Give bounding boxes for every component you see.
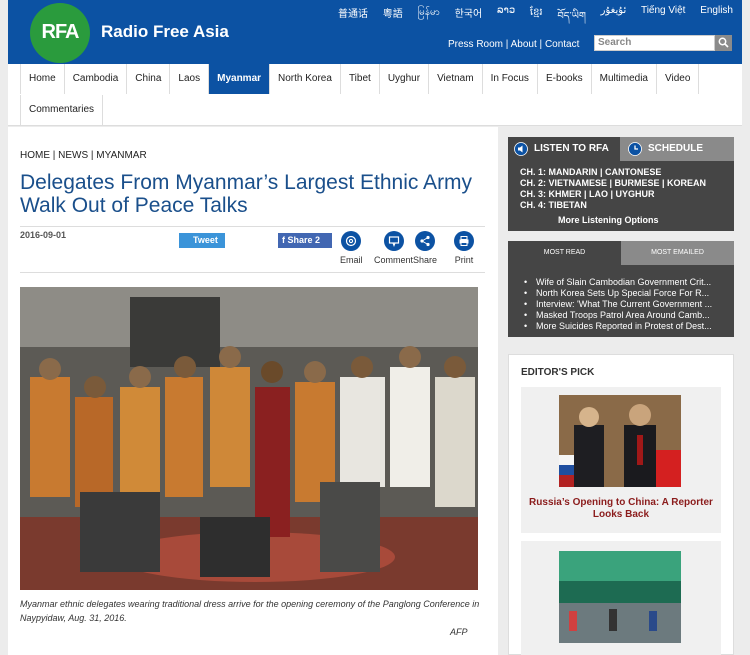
email-label: Email bbox=[340, 255, 363, 265]
most-read-list: Wife of Slain Cambodian Government Crit.… bbox=[524, 277, 730, 332]
nav-item-tibet[interactable]: Tibet bbox=[341, 64, 380, 94]
channel-item[interactable]: CH. 1: MANDARIN | CANTONESE bbox=[520, 167, 706, 178]
nav-item-in-focus[interactable]: In Focus bbox=[483, 64, 538, 94]
divider bbox=[20, 272, 485, 273]
search-icon bbox=[718, 37, 729, 48]
nav-item-cambodia[interactable]: Cambodia bbox=[65, 64, 128, 94]
print-icon bbox=[454, 231, 474, 251]
lang-link[interactable]: ລາວ bbox=[497, 5, 515, 33]
list-item[interactable]: More Suicides Reported in Protest of Des… bbox=[524, 321, 730, 332]
site-header: RFA Radio Free Asia 普通话 粵語 မြန်မာ 한국어 ລາ… bbox=[8, 0, 742, 64]
page: RFA Radio Free Asia 普通话 粵語 မြန်မာ 한국어 ລາ… bbox=[0, 0, 750, 655]
email-icon bbox=[341, 231, 362, 251]
article-main: HOME | NEWS | MYANMAR Delegates From Mya… bbox=[8, 127, 498, 655]
channel-item[interactable]: CH. 4: TIBETAN bbox=[520, 200, 706, 211]
channel-item[interactable]: CH. 2: VIETNAMESE | BURMESE | KOREAN bbox=[520, 178, 706, 189]
editors-pick-widget: EDITOR'S PICK Russia’s Opening to China:… bbox=[508, 354, 734, 655]
delegates-photo-illustration bbox=[20, 287, 478, 590]
pick-image bbox=[559, 551, 681, 643]
most-read-widget: MOST READ MOST EMAILED Wife of Slain Cam… bbox=[508, 241, 734, 337]
comment-icon bbox=[383, 231, 404, 251]
email-tool[interactable]: Email bbox=[340, 231, 363, 265]
facebook-share-button[interactable]: f Share 2 bbox=[278, 233, 332, 248]
logo-text: RFA bbox=[41, 21, 80, 43]
lang-link[interactable]: English bbox=[700, 5, 733, 33]
share-tool[interactable]: Share bbox=[413, 231, 437, 265]
lang-link[interactable]: Tiếng Việt bbox=[641, 5, 685, 33]
nav-item-uyghur[interactable]: Uyghur bbox=[380, 64, 430, 94]
editors-pick-heading: EDITOR'S PICK bbox=[521, 367, 595, 378]
nav-item-china[interactable]: China bbox=[127, 64, 171, 94]
article-date: 2016-09-01 bbox=[20, 230, 67, 240]
share-icon bbox=[415, 231, 436, 251]
channel-item[interactable]: CH. 3: KHMER | LAO | UYGHUR bbox=[520, 189, 706, 200]
list-item[interactable]: Wife of Slain Cambodian Government Crit.… bbox=[524, 277, 730, 288]
article-title: Delegates From Myanmar’s Largest Ethnic … bbox=[20, 171, 473, 217]
lang-link[interactable]: 普通话 bbox=[338, 5, 368, 33]
lang-link[interactable]: ខ្មែរ bbox=[530, 5, 543, 33]
share-tool-label: Share bbox=[413, 255, 438, 265]
channel-list: CH. 1: MANDARIN | CANTONESE CH. 2: VIETN… bbox=[520, 167, 706, 211]
nav-row-2: Commentaries bbox=[20, 95, 104, 125]
nav-item-ebooks[interactable]: E-books bbox=[538, 64, 592, 94]
listen-label: LISTEN TO RFA bbox=[534, 143, 609, 154]
nav-item-commentaries[interactable]: Commentaries bbox=[20, 95, 104, 125]
print-tool[interactable]: Print bbox=[454, 231, 474, 265]
press-room-link[interactable]: Press Room bbox=[448, 39, 503, 50]
main-nav: Home Cambodia China Laos Myanmar North K… bbox=[8, 64, 742, 126]
lang-link[interactable]: བོད་ཡིག bbox=[557, 5, 586, 33]
list-item[interactable]: North Korea Sets Up Special Force For R.… bbox=[524, 288, 730, 299]
nav-item-home[interactable]: Home bbox=[20, 64, 65, 94]
comment-tool[interactable]: Comment bbox=[374, 231, 413, 265]
pick-title[interactable]: Russia’s Opening to China: A Reporter Lo… bbox=[521, 497, 721, 521]
site-name[interactable]: Radio Free Asia bbox=[101, 22, 229, 42]
pick-image bbox=[559, 395, 681, 487]
lang-link[interactable]: မြန်မာ bbox=[417, 5, 439, 33]
list-item[interactable]: Masked Troops Patrol Area Around Camb... bbox=[524, 310, 730, 321]
speaker-icon bbox=[514, 142, 528, 156]
lang-link[interactable]: 한국어 bbox=[455, 5, 483, 33]
clock-icon bbox=[628, 142, 642, 156]
search-input[interactable]: Search bbox=[594, 35, 715, 51]
tweet-button[interactable]: Tweet bbox=[179, 233, 225, 248]
print-label: Print bbox=[454, 255, 474, 265]
pick-card[interactable]: Russia’s Opening to China: A Reporter Lo… bbox=[521, 387, 721, 533]
most-emailed-tab[interactable]: MOST EMAILED bbox=[621, 241, 734, 265]
listen-widget: LISTEN TO RFA SCHEDULE CH. 1: MANDARIN |… bbox=[508, 137, 734, 231]
nav-row-1: Home Cambodia China Laos Myanmar North K… bbox=[20, 64, 700, 94]
search-button[interactable] bbox=[715, 35, 732, 51]
pick-card[interactable] bbox=[521, 541, 721, 655]
lang-link[interactable]: ئۇيغۇر bbox=[601, 5, 627, 33]
nav-item-myanmar[interactable]: Myanmar bbox=[209, 64, 271, 94]
nav-item-video[interactable]: Video bbox=[657, 64, 700, 94]
schedule-tab[interactable]: SCHEDULE bbox=[620, 137, 734, 161]
language-bar: 普通话 粵語 မြန်မာ 한국어 ລາວ ខ្មែរ བོད་ཡིག ئۇيغ… bbox=[338, 5, 733, 33]
share-label: Share 2 bbox=[287, 235, 321, 245]
photo-caption: Myanmar ethnic delegates wearing traditi… bbox=[20, 599, 480, 623]
tweet-label: Tweet bbox=[193, 235, 218, 245]
schedule-label: SCHEDULE bbox=[648, 143, 704, 154]
nav-item-north-korea[interactable]: North Korea bbox=[270, 64, 341, 94]
list-item[interactable]: Interview: 'What The Current Government … bbox=[524, 299, 730, 310]
comment-label: Comment bbox=[374, 255, 414, 265]
listen-tab[interactable]: LISTEN TO RFA bbox=[508, 137, 620, 161]
about-link[interactable]: About bbox=[511, 39, 537, 50]
most-read-tab[interactable]: MOST READ bbox=[508, 241, 621, 265]
breadcrumb[interactable]: HOME | NEWS | MYANMAR bbox=[20, 150, 147, 161]
nav-item-vietnam[interactable]: Vietnam bbox=[429, 64, 483, 94]
article-photo bbox=[20, 287, 478, 590]
nav-item-multimedia[interactable]: Multimedia bbox=[592, 64, 657, 94]
photo-credit: AFP bbox=[450, 627, 468, 637]
top-links: Press Room | About | Contact bbox=[448, 39, 579, 50]
lang-link[interactable]: 粵語 bbox=[383, 5, 403, 33]
more-listening-link[interactable]: More Listening Options bbox=[558, 215, 659, 225]
contact-link[interactable]: Contact bbox=[545, 39, 579, 50]
divider bbox=[20, 226, 485, 227]
nav-item-laos[interactable]: Laos bbox=[170, 64, 210, 94]
